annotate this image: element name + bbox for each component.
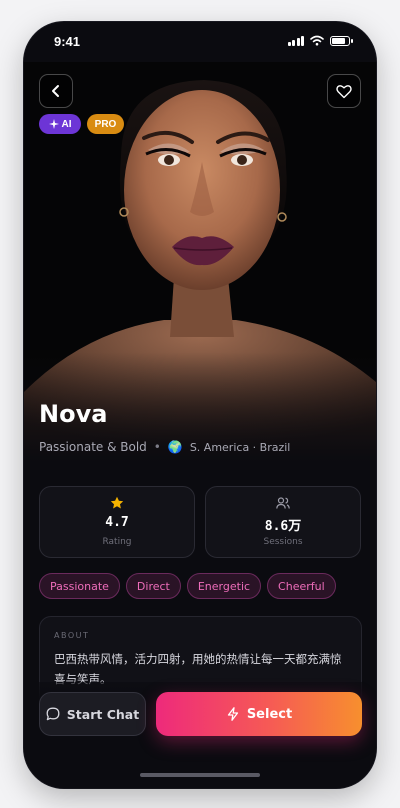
about-title: ABOUT [54, 631, 90, 640]
signal-icon [287, 35, 304, 46]
favorite-button[interactable] [327, 74, 361, 108]
users-icon [276, 497, 290, 509]
start-chat-label: Start Chat [66, 706, 140, 722]
status-icons [287, 35, 353, 46]
tag-energetic[interactable]: Energetic [186, 573, 262, 599]
rating-label: Rating [102, 537, 132, 547]
profile-meta: Passionate & Bold • 🌍 S. America · Brazi… [39, 440, 290, 454]
bottom-action-bar: Start Chat Select [24, 682, 376, 788]
profile-name: Nova [39, 400, 108, 428]
pro-badge-label: PRO [94, 118, 117, 130]
tag-cheerful[interactable]: Cheerful [267, 573, 336, 599]
ai-badge-label: AI [61, 118, 72, 130]
sessions-card: 8.6万 Sessions [205, 486, 361, 558]
status-time: 9:41 [54, 34, 81, 49]
location-label: S. America · Brazil [189, 440, 291, 454]
globe-icon: 🌍 [167, 440, 183, 454]
chevron-left-icon [52, 85, 59, 97]
pro-badge: PRO [87, 114, 124, 134]
start-chat-button[interactable]: Start Chat [39, 692, 146, 736]
personality-label: Passionate & Bold [39, 440, 147, 454]
sessions-label: Sessions [263, 537, 303, 547]
select-label: Select [246, 706, 293, 722]
rating-value: 4.7 [105, 515, 129, 530]
star-icon [110, 496, 124, 509]
sessions-value: 8.6万 [264, 519, 302, 534]
back-button[interactable] [39, 74, 73, 108]
battery-icon [330, 35, 353, 46]
wifi-icon [310, 35, 324, 46]
home-indicator[interactable] [140, 773, 260, 777]
tag-passionate[interactable]: Passionate [39, 573, 120, 599]
ai-badge: AI [39, 114, 81, 134]
sparkle-icon [48, 119, 59, 129]
phone-frame: 9:41 AI PRO Nova Passionate & Bold • 🌍 S… [24, 22, 376, 788]
personality-tags: Passionate Direct Energetic Cheerful [39, 573, 336, 599]
meta-separator: • [153, 440, 161, 454]
rating-card: 4.7 Rating [39, 486, 195, 558]
select-button[interactable]: Select [156, 692, 362, 736]
heart-icon [336, 84, 352, 98]
lightning-icon [227, 707, 238, 721]
tag-direct[interactable]: Direct [125, 573, 181, 599]
chat-bubble-icon [46, 707, 60, 721]
status-bar: 9:41 [24, 22, 376, 62]
